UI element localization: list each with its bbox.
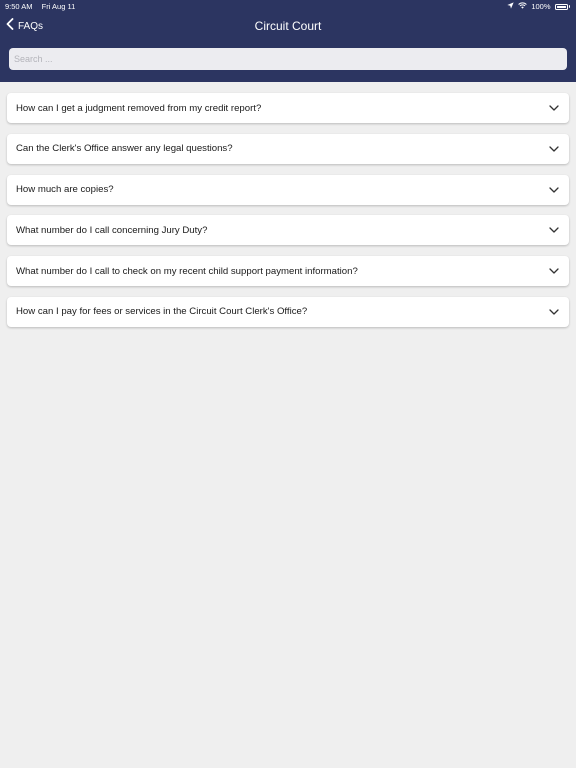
faq-item[interactable]: What number do I call concerning Jury Du… bbox=[7, 215, 569, 246]
faq-item[interactable]: How can I pay for fees or services in th… bbox=[7, 296, 569, 327]
chevron-down-icon bbox=[548, 306, 560, 318]
battery-percent: 100% bbox=[531, 2, 551, 11]
faq-item[interactable]: What number do I call to check on my rec… bbox=[7, 256, 569, 287]
faq-question: How much are copies? bbox=[16, 184, 114, 196]
chevron-down-icon bbox=[548, 184, 560, 196]
status-bar: 9:50 AM Fri Aug 11 100% bbox=[0, 0, 576, 12]
faq-item[interactable]: How much are copies? bbox=[7, 174, 569, 205]
battery-cap bbox=[568, 5, 570, 8]
faq-question: What number do I call concerning Jury Du… bbox=[16, 224, 208, 236]
app-header: 9:50 AM Fri Aug 11 100% FAQs Circuit Cou… bbox=[0, 0, 576, 82]
battery-icon bbox=[554, 3, 568, 10]
faq-question: How can I get a judgment removed from my… bbox=[16, 102, 262, 114]
faq-item[interactable]: Can the Clerk's Office answer any legal … bbox=[7, 133, 569, 164]
status-date: Fri Aug 11 bbox=[41, 2, 76, 11]
search-input[interactable] bbox=[9, 48, 567, 70]
chevron-down-icon bbox=[548, 265, 560, 277]
status-time: 9:50 AM bbox=[5, 2, 33, 11]
faq-question: What number do I call to check on my rec… bbox=[16, 265, 358, 277]
status-left: 9:50 AM Fri Aug 11 bbox=[5, 2, 82, 11]
faq-question: How can I pay for fees or services in th… bbox=[16, 306, 308, 318]
page-title: Circuit Court bbox=[254, 19, 322, 33]
status-right: 100% bbox=[507, 2, 570, 11]
faq-question: Can the Clerk's Office answer any legal … bbox=[16, 143, 233, 155]
faq-list: How can I get a judgment removed from my… bbox=[7, 93, 569, 338]
chevron-down-icon bbox=[548, 224, 560, 236]
faq-item[interactable]: How can I get a judgment removed from my… bbox=[7, 93, 569, 123]
chevron-down-icon bbox=[548, 143, 560, 155]
location-arrow-icon bbox=[507, 2, 514, 11]
wifi-icon bbox=[518, 2, 528, 11]
chevron-down-icon bbox=[548, 102, 560, 114]
